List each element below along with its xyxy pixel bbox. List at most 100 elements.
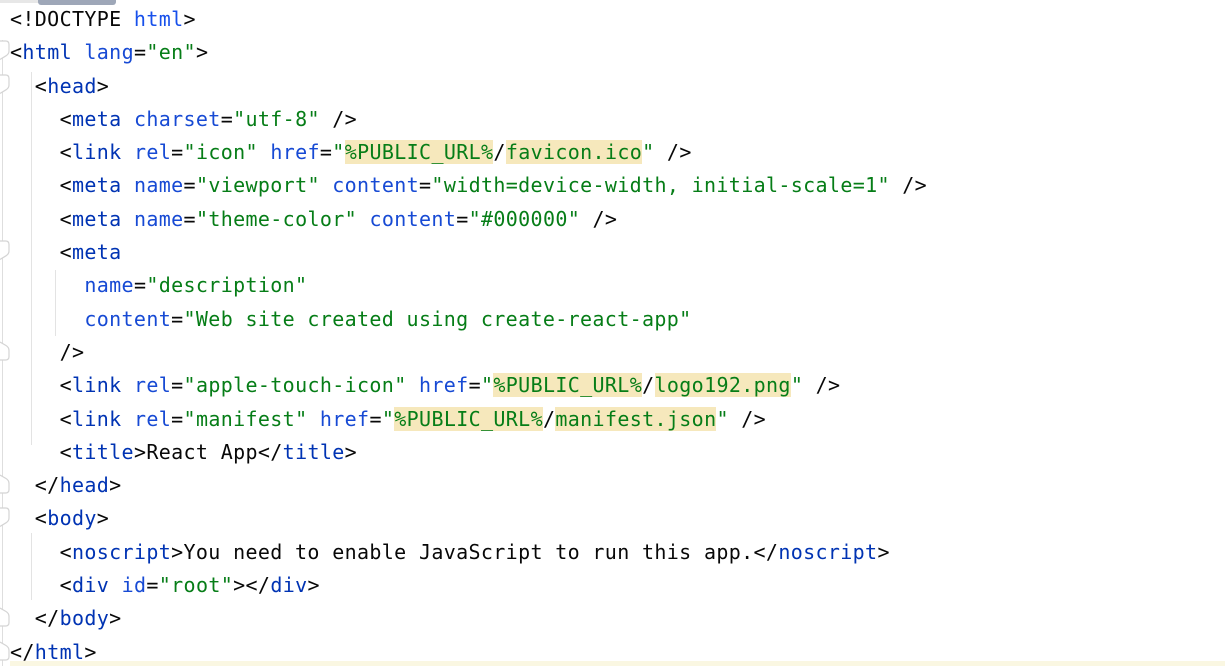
code-token: = [171,407,183,431]
code-token: title [283,440,345,464]
code-token: /> [10,340,84,364]
code-token: "#000000" [469,207,581,231]
code-token: > [184,7,196,31]
code-token: "width=device-width, initial-scale=1" [431,173,889,197]
code-token [10,307,84,331]
code-line[interactable]: <!DOCTYPE html> [10,3,1225,36]
code-line[interactable]: /> [10,336,1225,369]
code-line[interactable]: <meta name="viewport" content="width=dev… [10,169,1225,202]
code-token: = [419,173,431,197]
code-line[interactable]: </body> [10,602,1225,635]
template-placeholder: %PUBLIC_URL% [394,407,543,431]
code-line[interactable]: <title>React App</title> [10,436,1225,469]
code-token [109,573,121,597]
code-token: > [345,440,357,464]
code-token: /> [803,373,840,397]
code-token: body [60,606,110,630]
code-token: " [332,140,344,164]
code-token: rel [134,373,171,397]
code-token: > [109,473,121,497]
code-token: < [10,140,72,164]
code-token: lang [84,40,134,64]
code-token: " [642,140,654,164]
code-token: = [369,407,381,431]
code-token: = [469,373,481,397]
code-line[interactable]: <head> [10,70,1225,103]
code-token: </ [754,540,779,564]
code-token: "theme-color" [196,207,357,231]
code-token [122,207,134,231]
code-line[interactable]: </head> [10,469,1225,502]
code-token: > [109,606,121,630]
code-token: < [10,240,72,264]
code-line[interactable]: <html lang="en"> [10,36,1225,69]
code-line[interactable]: <link rel="icon" href="%PUBLIC_URL%/favi… [10,136,1225,169]
code-token: ></ [233,573,270,597]
code-token: noscript [778,540,877,564]
code-token: /> [890,173,927,197]
code-token: noscript [72,540,171,564]
template-placeholder: %PUBLIC_URL% [345,140,494,164]
code-token: = [171,307,183,331]
code-token: = [134,40,146,64]
code-token: " [791,373,803,397]
code-token: < [10,207,72,231]
code-token: > [134,440,146,464]
code-token: < [10,506,47,530]
code-token: = [171,373,183,397]
code-token: id [122,573,147,597]
code-token: name [84,273,134,297]
code-lines: <!DOCTYPE html><html lang="en"> <head> <… [10,3,1225,666]
code-line[interactable]: <meta charset="utf-8" /> [10,103,1225,136]
code-token: / [493,140,505,164]
code-token: = [184,207,196,231]
code-token: " [481,373,493,397]
code-token: link [72,373,122,397]
template-placeholder: %PUBLIC_URL% [493,373,642,397]
code-line[interactable]: <meta name="theme-color" content="#00000… [10,203,1225,236]
code-token: "icon" [184,140,258,164]
code-token: > [171,540,183,564]
code-token: > [308,573,320,597]
code-token: rel [134,407,171,431]
code-line[interactable]: <div id="root"></div> [10,569,1225,602]
code-line[interactable]: <meta [10,236,1225,269]
code-token [307,407,319,431]
code-token: link [72,140,122,164]
code-token: /> [320,107,357,131]
code-line[interactable]: <body> [10,502,1225,535]
code-token: charset [134,107,221,131]
code-token: = [146,573,158,597]
code-line[interactable]: <noscript>You need to enable JavaScript … [10,536,1225,569]
code-token [72,40,84,64]
code-token: href [270,140,320,164]
code-token: < [10,74,47,98]
code-token: head [60,473,110,497]
code-line[interactable]: name="description" [10,269,1225,302]
code-token: < [10,540,72,564]
code-token: meta [72,107,122,131]
code-token: > [97,74,109,98]
code-token: > [97,506,109,530]
code-token [122,173,134,197]
code-line[interactable]: <link rel="apple-touch-icon" href="%PUBL… [10,369,1225,402]
code-token: > [877,540,889,564]
code-token: < [10,107,72,131]
code-token: / [642,373,654,397]
code-token [357,207,369,231]
template-placeholder: favicon.ico [506,140,642,164]
template-placeholder: manifest.json [555,407,716,431]
code-line[interactable]: content="Web site created using create-r… [10,303,1225,336]
code-token: html [22,40,72,64]
code-token: = [134,273,146,297]
code-token: title [72,440,134,464]
code-token: < [10,173,72,197]
code-token: </ [10,606,60,630]
code-token: You need to enable JavaScript to run thi… [184,540,754,564]
code-token: /> [580,207,617,231]
code-token: name [134,207,184,231]
code-token: > [196,40,208,64]
code-token: = [171,140,183,164]
code-token: meta [72,207,122,231]
code-line[interactable]: <link rel="manifest" href="%PUBLIC_URL%/… [10,403,1225,436]
